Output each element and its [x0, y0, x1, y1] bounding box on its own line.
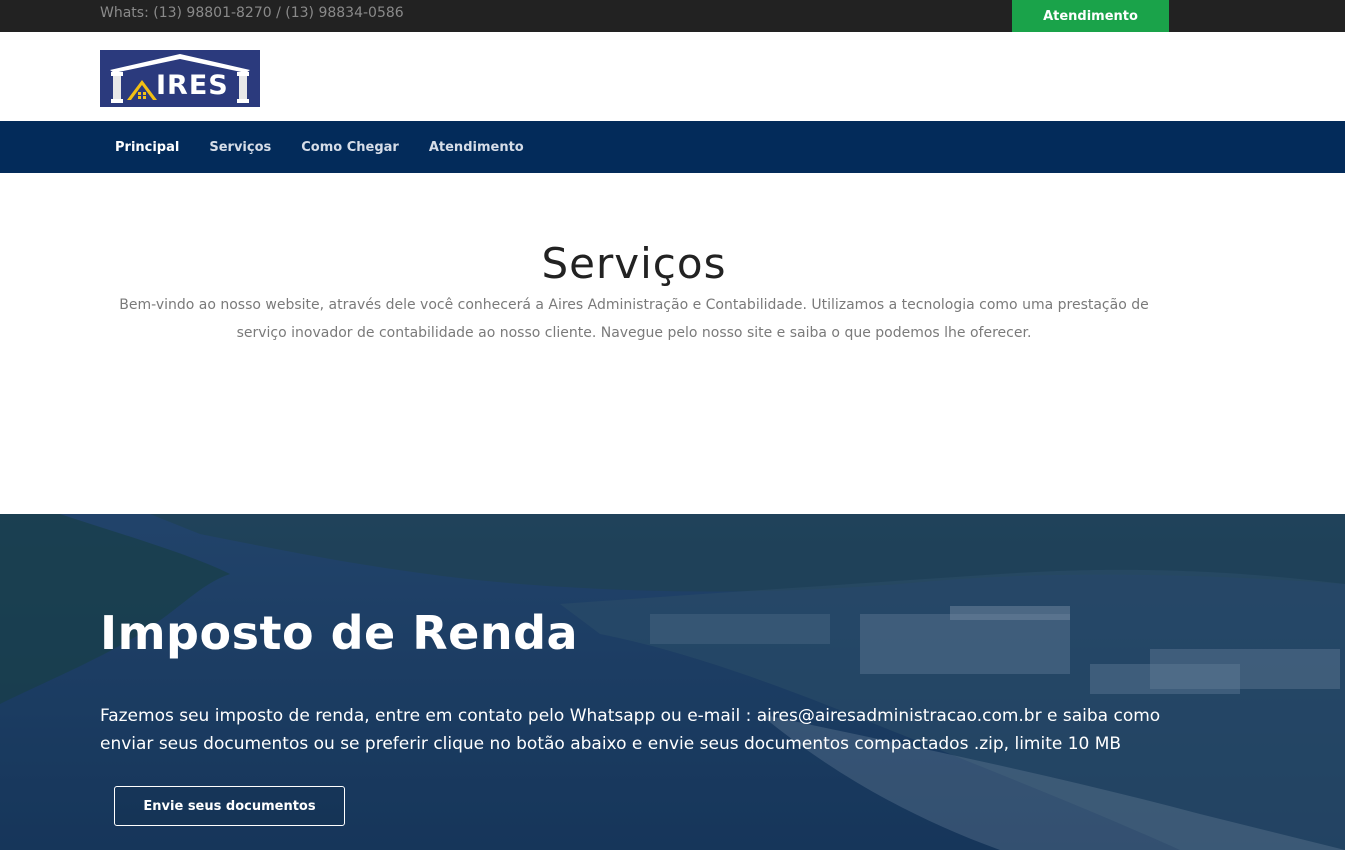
hero-title: Imposto de Renda — [100, 606, 579, 660]
nav-item-principal[interactable]: Principal — [100, 140, 194, 155]
nav-item-como-chegar[interactable]: Como Chegar — [286, 140, 414, 155]
services-title: Serviços — [541, 239, 727, 288]
services-description: Bem-vindo ao nosso website, através dele… — [119, 297, 1149, 341]
logo-text: IRES — [156, 70, 229, 101]
nav-item-atendimento[interactable]: Atendimento — [414, 140, 539, 155]
top-bar: Whats: (13) 98801-8270 / (13) 98834-0586… — [0, 0, 1345, 32]
atendimento-button[interactable]: Atendimento — [1012, 0, 1169, 32]
whatsapp-contact: Whats: (13) 98801-8270 / (13) 98834-0586 — [100, 5, 404, 21]
nav-item-servicos[interactable]: Serviços — [194, 140, 286, 155]
imposto-de-renda-banner: Imposto de Renda Fazemos seu imposto de … — [0, 514, 1345, 850]
send-documents-button[interactable]: Envie seus documentos — [114, 786, 345, 826]
main-nav: Principal Serviços Como Chegar Atendimen… — [0, 121, 1345, 173]
hero-text: Fazemos seu imposto de renda, entre em c… — [100, 706, 1161, 754]
aires-logo[interactable]: IRES — [100, 50, 260, 107]
services-section: Serviços Bem-vindo ao nosso website, atr… — [0, 173, 1345, 514]
